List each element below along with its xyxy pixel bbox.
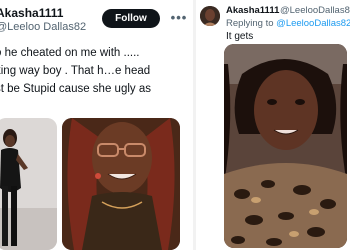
author-handle[interactable]: @LeelooDallas82: [280, 5, 350, 16]
replying-prefix: Replying to: [226, 18, 274, 29]
replying-mention-link[interactable]: @LeelooDallas82: [276, 18, 350, 29]
tweet-photo-1[interactable]: [0, 118, 57, 250]
tweet-text-line: o he cheated on me with .....: [0, 47, 140, 59]
avatar[interactable]: [200, 6, 220, 26]
tweet-photo-2[interactable]: [62, 118, 180, 250]
avatar-photo: [200, 6, 220, 26]
left-tweet: Akasha1111 @Leeloo Dallas82 Follow ••• o…: [0, 0, 193, 250]
author-name[interactable]: Akasha1111: [226, 5, 279, 16]
author-handle[interactable]: @Leeloo Dallas82: [0, 21, 86, 33]
photo-woman-standing: [0, 118, 57, 250]
author-name[interactable]: Akasha1111: [0, 6, 63, 20]
follow-button[interactable]: Follow: [102, 9, 160, 28]
reply-tweet: Akasha1111 @LeelooDallas82 · 6h Replying…: [196, 0, 350, 250]
tweet-text-line: king way boy . That h…e head: [0, 65, 151, 77]
replying-to: Replying to @LeelooDallas82: [226, 18, 350, 29]
tweet-photo[interactable]: [224, 44, 347, 248]
more-horizontal-icon[interactable]: •••: [170, 10, 188, 25]
tweet-text-line: st be Stupid cause she ugly as: [0, 83, 151, 95]
tweet-meta: @LeelooDallas82 · 6h: [280, 5, 350, 16]
photo-woman-glasses: [62, 118, 180, 250]
photo-woman-selfie: [224, 44, 347, 248]
tweet-text: It gets: [226, 31, 254, 42]
tweet-text: o he cheated on me with ..... king way b…: [0, 44, 193, 98]
